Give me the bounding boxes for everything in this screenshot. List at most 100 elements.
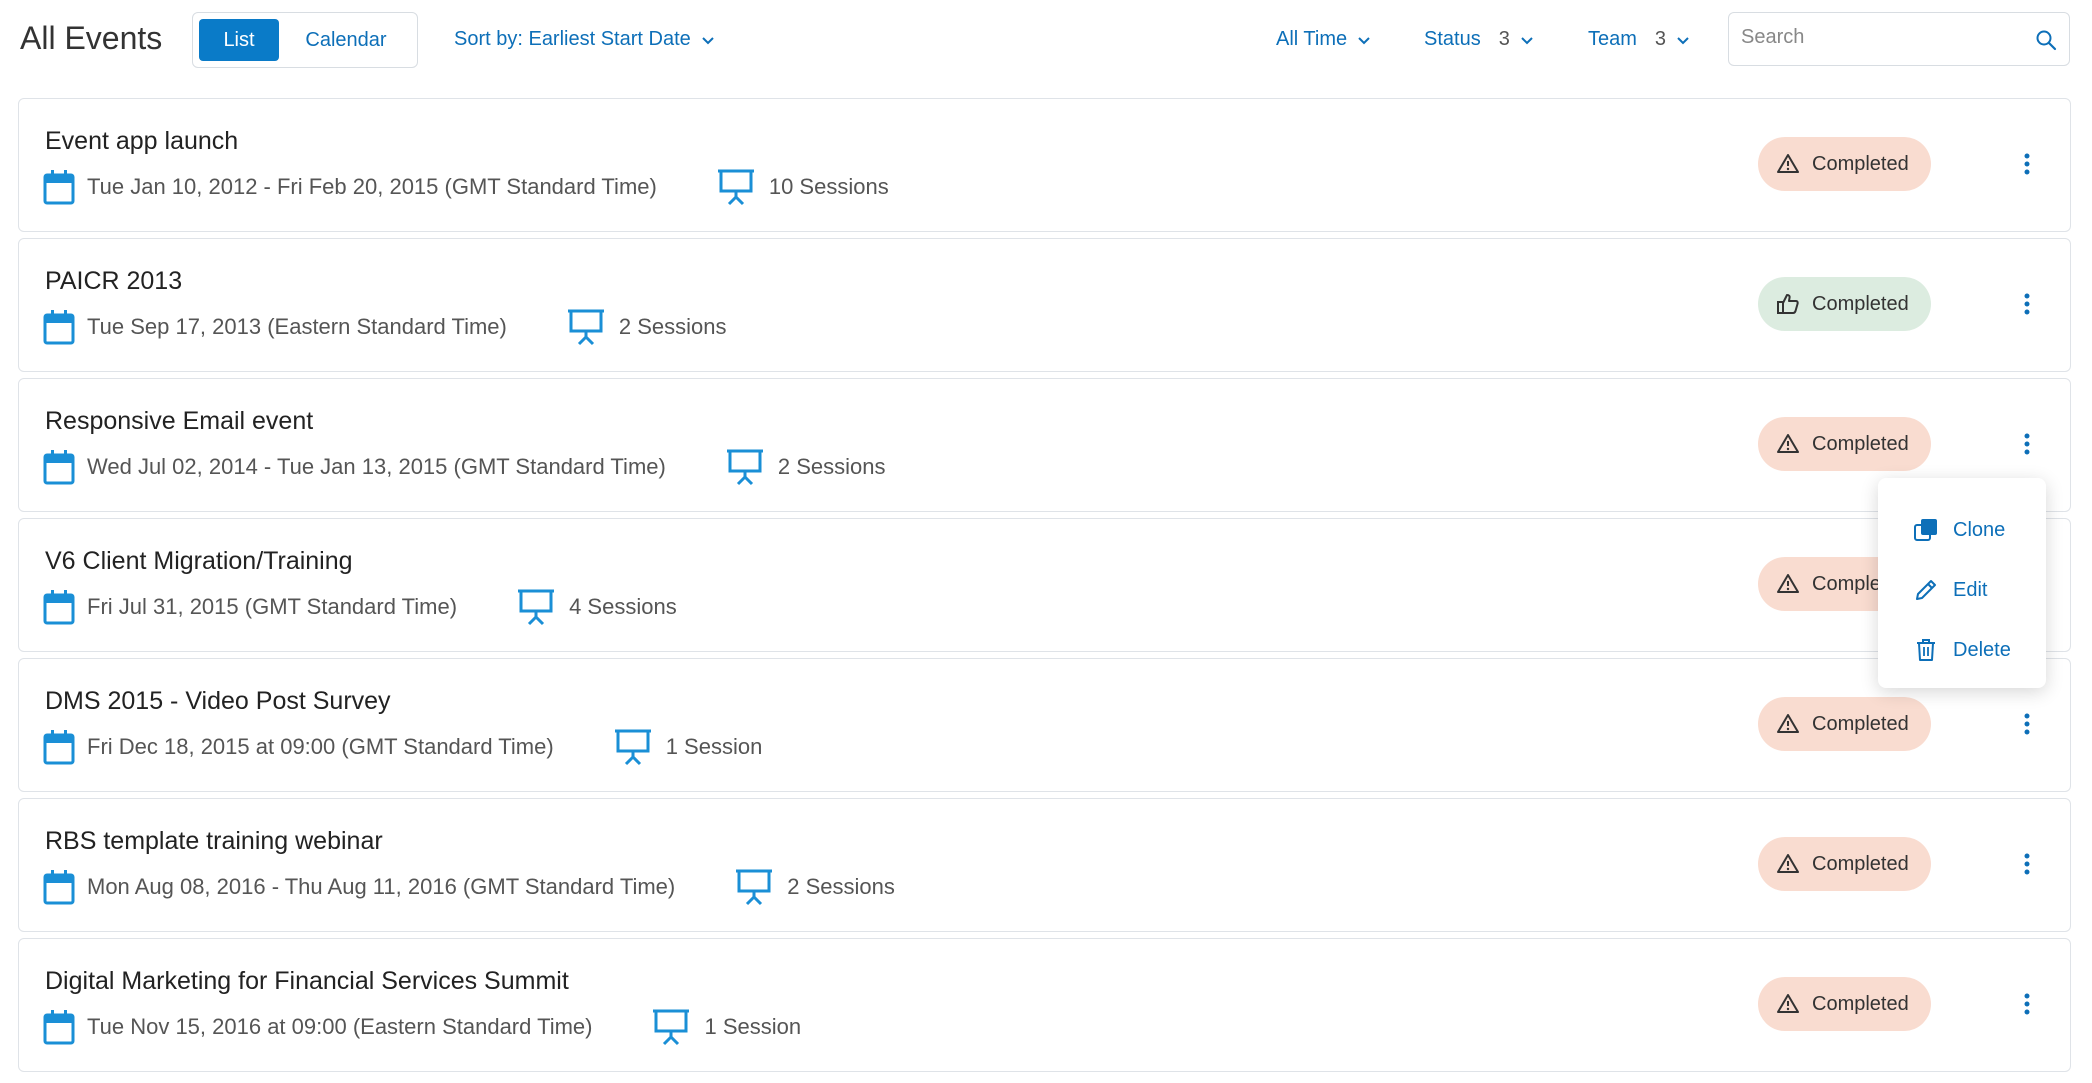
presentation-icon	[726, 449, 763, 486]
search-input[interactable]	[1741, 26, 2021, 49]
status-badge: Completed	[1758, 697, 1931, 751]
presentation-icon	[717, 169, 754, 206]
event-sessions: 2 Sessions	[787, 874, 895, 899]
event-card[interactable]: RBS template training webinar Mon Aug 08…	[18, 798, 2071, 932]
event-date: Tue Nov 15, 2016 at 09:00 (Eastern Stand…	[87, 1014, 593, 1039]
chevron-down-icon	[1358, 36, 1370, 44]
calendar-icon	[43, 730, 75, 765]
event-title[interactable]: PAICR 2013	[45, 267, 182, 296]
event-card[interactable]: V6 Client Migration/Training Fri Jul 31,…	[18, 518, 2071, 652]
page-header: All Events List Calendar Sort by: Earlie…	[0, 0, 2092, 80]
team-filter-dropdown[interactable]: Team 3	[1588, 28, 1690, 51]
calendar-icon	[43, 170, 75, 205]
calendar-icon	[43, 310, 75, 345]
presentation-icon	[614, 729, 651, 766]
event-title[interactable]: Digital Marketing for Financial Services…	[45, 967, 569, 996]
more-options-icon[interactable]	[2017, 289, 2037, 319]
delete-label: Delete	[1953, 638, 2011, 661]
page-title: All Events	[20, 20, 163, 56]
event-sessions: 1 Session	[704, 1014, 802, 1039]
event-title[interactable]: V6 Client Migration/Training	[45, 547, 353, 576]
status-label: Completed	[1812, 432, 1909, 455]
status-badge: Completed	[1758, 137, 1931, 191]
status-filter-dropdown[interactable]: Status 3	[1424, 28, 1534, 51]
presentation-icon	[653, 1009, 690, 1046]
status-label: Completed	[1812, 712, 1909, 735]
status-label: Completed	[1812, 152, 1909, 175]
status-label: Completed	[1812, 852, 1909, 875]
event-card[interactable]: Digital Marketing for Financial Services…	[18, 938, 2071, 1072]
more-options-icon[interactable]	[2017, 149, 2037, 179]
trash-icon	[1917, 639, 1935, 661]
event-card[interactable]: DMS 2015 - Video Post Survey Fri Dec 18,…	[18, 658, 2071, 792]
delete-menu-item[interactable]: Delete	[1878, 620, 2046, 680]
edit-label: Edit	[1953, 578, 1988, 601]
edit-menu-item[interactable]: Edit	[1878, 560, 2046, 620]
status-label: Comple	[1812, 572, 1881, 595]
clone-icon	[1914, 519, 1937, 541]
time-filter-dropdown[interactable]: All Time	[1276, 28, 1371, 51]
calendar-icon	[43, 1010, 75, 1045]
warning-icon	[1777, 854, 1799, 873]
event-date: Fri Jul 31, 2015 (GMT Standard Time)	[87, 594, 458, 619]
chevron-down-icon	[1521, 36, 1533, 44]
clone-menu-item[interactable]: Clone	[1878, 500, 2046, 560]
event-date: Wed Jul 02, 2014 - Tue Jan 13, 2015 (GMT…	[87, 454, 666, 479]
event-meta: Tue Sep 17, 2013 (Eastern Standard Time)…	[43, 307, 727, 347]
search-icon[interactable]	[2035, 29, 2057, 51]
event-title[interactable]: RBS template training webinar	[45, 827, 383, 856]
event-list: Event app launch Tue Jan 10, 2012 - Fri …	[18, 98, 2071, 1078]
calendar-icon	[43, 590, 75, 625]
event-card[interactable]: PAICR 2013 Tue Sep 17, 2013 (Eastern Sta…	[18, 238, 2071, 372]
warning-icon	[1777, 574, 1799, 593]
warning-icon	[1777, 994, 1799, 1013]
status-label: Completed	[1812, 292, 1909, 315]
status-badge: Completed	[1758, 417, 1931, 471]
warning-icon	[1777, 154, 1799, 173]
pencil-icon	[1916, 580, 1936, 600]
clone-label: Clone	[1953, 518, 2006, 541]
list-view-button[interactable]: List	[199, 19, 279, 61]
more-options-icon[interactable]	[2017, 709, 2037, 739]
sort-dropdown[interactable]: Sort by: Earliest Start Date	[454, 28, 715, 51]
presentation-icon	[736, 869, 773, 906]
event-card[interactable]: Responsive Email event Wed Jul 02, 2014 …	[18, 378, 2071, 512]
event-date: Fri Dec 18, 2015 at 09:00 (GMT Standard …	[87, 734, 554, 759]
status-filter-count: 3	[1498, 28, 1510, 50]
calendar-icon	[43, 870, 75, 905]
event-sessions: 1 Session	[665, 734, 763, 759]
event-meta: Tue Nov 15, 2016 at 09:00 (Eastern Stand…	[43, 1007, 801, 1047]
status-badge: Completed	[1758, 277, 1931, 331]
status-filter-label: Status	[1424, 28, 1481, 50]
event-meta: Fri Jul 31, 2015 (GMT Standard Time) 4 S…	[43, 587, 677, 627]
calendar-view-button[interactable]: Calendar	[283, 19, 409, 61]
sort-label: Sort by: Earliest Start Date	[454, 28, 691, 50]
time-filter-label: All Time	[1276, 28, 1348, 50]
event-title[interactable]: DMS 2015 - Video Post Survey	[45, 687, 391, 716]
event-meta: Mon Aug 08, 2016 - Thu Aug 11, 2016 (GMT…	[43, 867, 895, 907]
event-sessions: 4 Sessions	[569, 594, 677, 619]
chevron-down-icon	[702, 36, 714, 44]
presentation-icon	[567, 309, 604, 346]
warning-icon	[1777, 714, 1799, 733]
calendar-icon	[43, 450, 75, 485]
view-toggle: List Calendar	[192, 12, 418, 68]
event-title[interactable]: Responsive Email event	[45, 407, 313, 436]
status-badge: Completed	[1758, 837, 1931, 891]
status-label: Completed	[1812, 992, 1909, 1015]
event-sessions: 2 Sessions	[618, 314, 727, 339]
thumbs-up-icon	[1777, 294, 1799, 314]
event-title[interactable]: Event app launch	[45, 127, 238, 156]
status-badge: Completed	[1758, 977, 1931, 1031]
event-sessions: 2 Sessions	[777, 454, 886, 479]
event-date: Mon Aug 08, 2016 - Thu Aug 11, 2016 (GMT…	[87, 874, 676, 899]
more-options-icon[interactable]	[2017, 429, 2037, 459]
presentation-icon	[518, 589, 555, 626]
more-options-icon[interactable]	[2017, 989, 2037, 1019]
event-card[interactable]: Event app launch Tue Jan 10, 2012 - Fri …	[18, 98, 2071, 232]
more-options-icon[interactable]	[2017, 849, 2037, 879]
event-actions-menu: Clone Edit Delete	[1878, 478, 2046, 688]
chevron-down-icon	[1677, 36, 1689, 44]
team-filter-count: 3	[1654, 28, 1667, 50]
team-filter-label: Team	[1588, 28, 1637, 50]
